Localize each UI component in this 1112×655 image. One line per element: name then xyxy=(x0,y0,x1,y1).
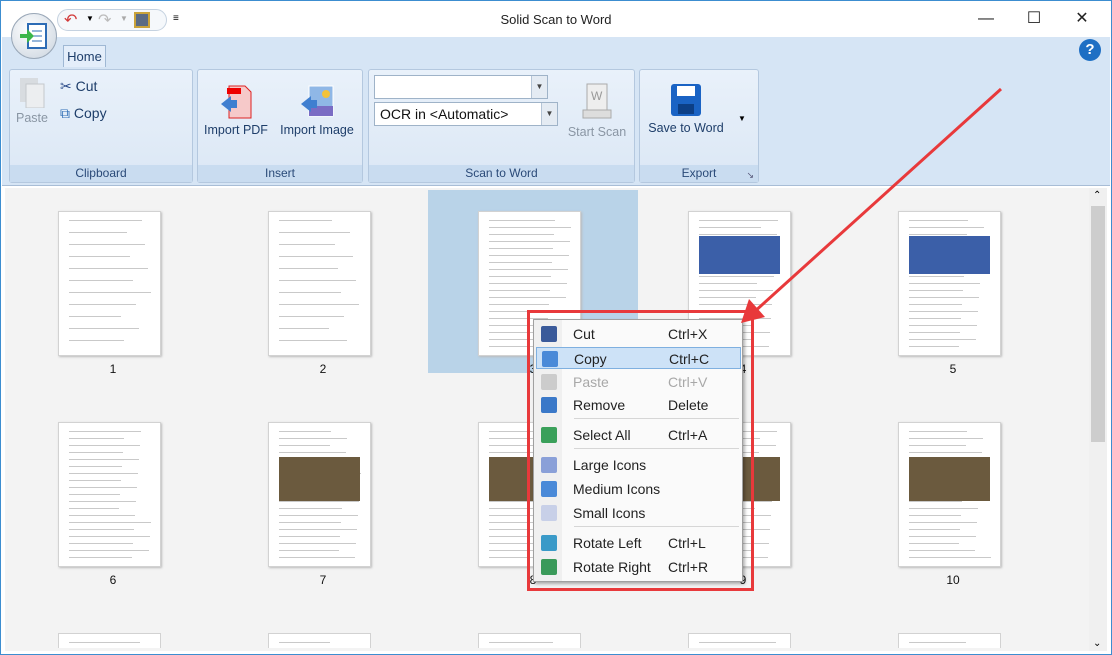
app-window: Solid Scan to Word — ☐ ✕ ↶ ▼ ↷ ▼ ≡ Home … xyxy=(0,0,1112,655)
annotation-arrow xyxy=(741,87,1003,323)
